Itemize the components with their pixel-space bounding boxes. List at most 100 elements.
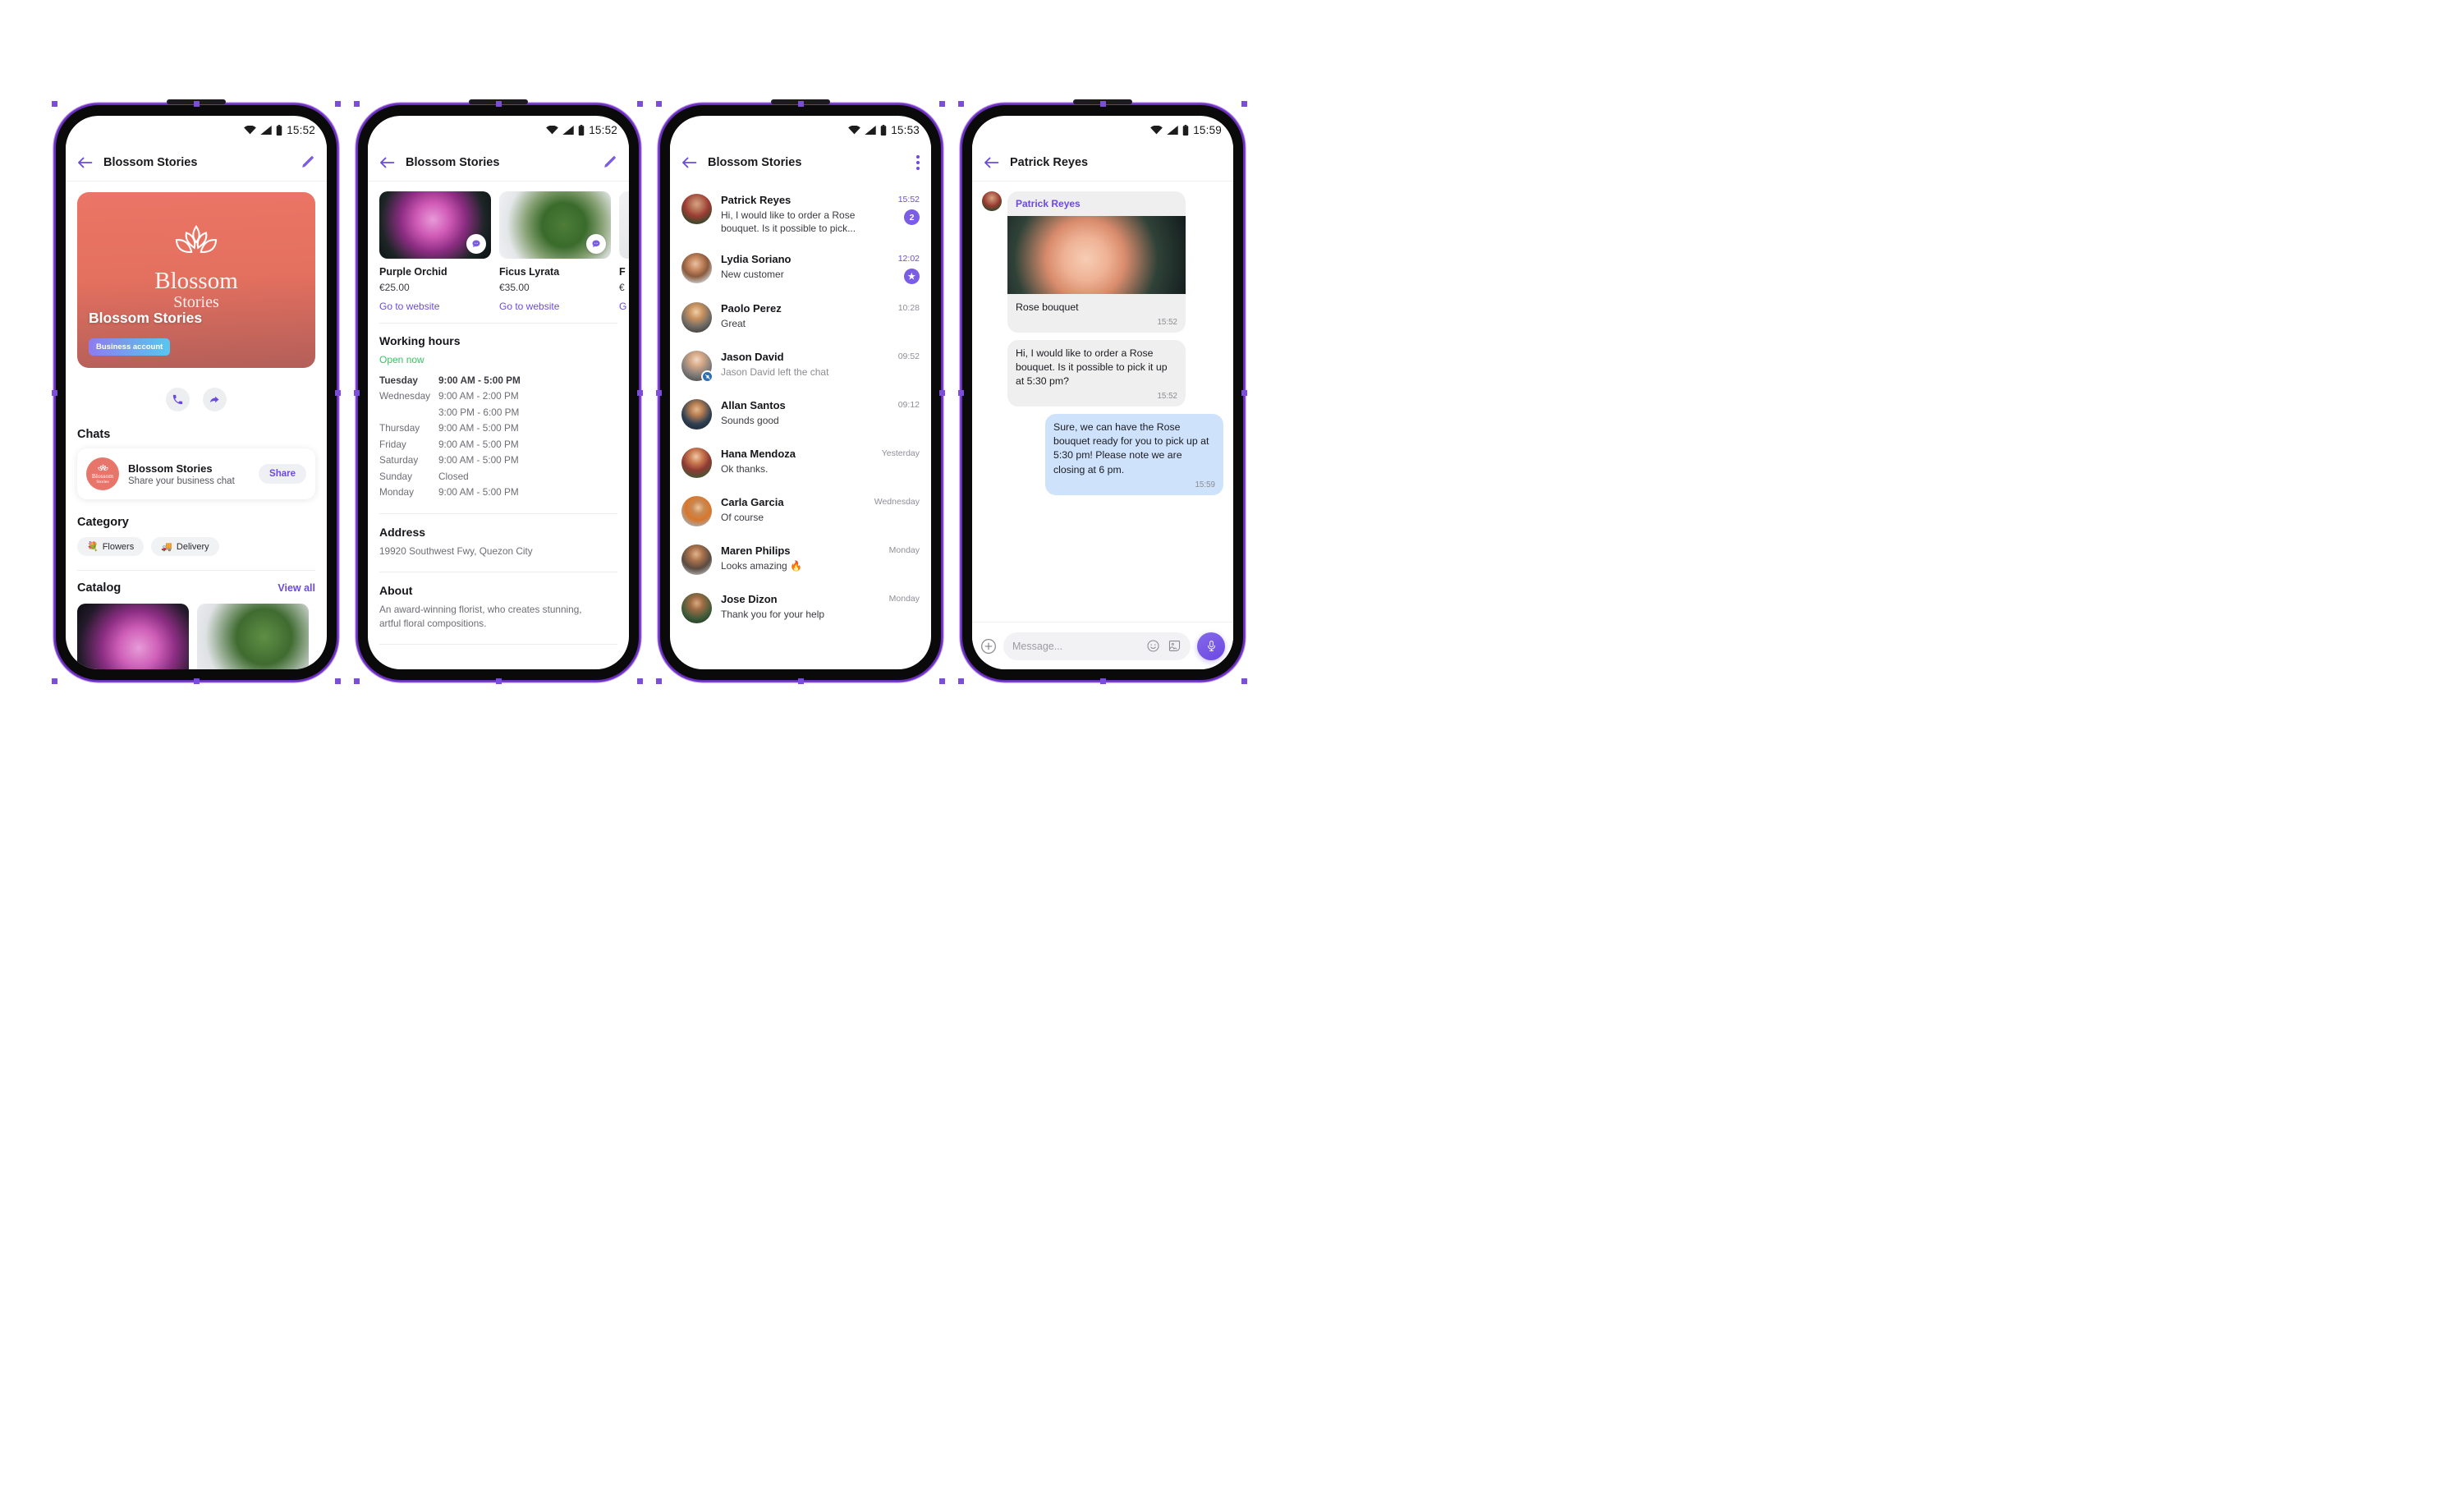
timestamp: 15:52 <box>1157 392 1177 402</box>
chats-heading: Chats <box>77 428 111 441</box>
contact-name: Paolo Perez <box>721 302 782 315</box>
message-input-placeholder[interactable]: Message... <box>1012 641 1139 652</box>
kebab-menu-icon[interactable] <box>916 154 920 171</box>
product-name: Purple Orchid <box>379 266 447 278</box>
product-website-link[interactable]: G <box>619 301 629 312</box>
list-item[interactable]: Paolo Perez Great 10:28 <box>670 293 931 342</box>
plus-circle-icon[interactable] <box>980 638 997 655</box>
product-card[interactable]: Ficus Lyrata €35.00 Go to website <box>499 191 611 312</box>
call-button[interactable] <box>166 388 190 411</box>
back-arrow-icon[interactable] <box>77 156 93 169</box>
status-bar: 15:53 <box>670 116 931 144</box>
business-account-badge[interactable]: Business account <box>89 338 171 356</box>
day-label: Thursday <box>379 422 420 434</box>
profile-body: Blossom Stories Blossom Stories Business… <box>66 192 327 669</box>
divider <box>379 643 617 645</box>
list-item[interactable]: Jose Dizon Thank you for your help Monda… <box>670 584 931 632</box>
product-card-partial[interactable]: F € G <box>619 191 629 312</box>
product-chat-button[interactable] <box>586 234 606 254</box>
product-website-link[interactable]: Go to website <box>499 301 611 312</box>
product-card[interactable]: Purple Orchid €25.00 Go to website <box>379 191 491 312</box>
working-hours-row: Thursday 9:00 AM - 5:00 PM <box>379 420 617 436</box>
product-carousel[interactable]: Purple Orchid €25.00 Go to website Ficus… <box>368 191 629 312</box>
business-hero-card[interactable]: Blossom Stories Blossom Stories Business… <box>77 192 315 368</box>
business-avatar: Blossom Stories <box>86 457 119 490</box>
category-chip-delivery[interactable]: 🚚 Delivery <box>151 537 219 556</box>
battery-icon <box>880 124 887 136</box>
unread-badge: 2 <box>904 209 920 225</box>
message-bubble-outgoing[interactable]: Sure, we can have the Rose bouquet ready… <box>1045 414 1223 495</box>
avatar <box>681 593 712 624</box>
hours-value: 9:00 AM - 5:00 PM <box>438 422 519 434</box>
share-button[interactable] <box>203 388 227 411</box>
working-hours-row: Sunday Closed <box>379 469 617 485</box>
category-chip-flowers[interactable]: 💐 Flowers <box>77 537 145 556</box>
list-item[interactable]: Patrick Reyes Hi, I would like to order … <box>670 185 931 244</box>
about-section: About An award-winning florist, who crea… <box>368 584 629 631</box>
catalog-thumb-ficus[interactable] <box>197 604 309 669</box>
product-name: Ficus Lyrata <box>499 266 560 278</box>
back-arrow-icon[interactable] <box>379 156 395 169</box>
message-text: Sure, we can have the Rose bouquet ready… <box>1053 421 1209 476</box>
pencil-icon[interactable] <box>300 154 315 170</box>
status-time: 15:53 <box>891 123 920 136</box>
category-chip-label: Delivery <box>176 541 209 552</box>
address-section: Address 19920 Southwest Fwy, Quezon City <box>368 526 629 558</box>
sticker-image-icon[interactable] <box>1168 639 1182 653</box>
business-name: Blossom Stories <box>89 310 203 326</box>
list-item[interactable]: Maren Philips Looks amazing 🔥 Monday <box>670 535 931 584</box>
profile-actions <box>77 388 315 411</box>
hours-value: 9:00 AM - 5:00 PM <box>438 374 521 386</box>
list-item[interactable]: Allan Santos Sounds good 09:12 <box>670 390 931 439</box>
catalog-heading: Catalog <box>77 581 122 595</box>
card-caption: Rose bouquet <box>1016 301 1079 313</box>
contact-name: Lydia Soriano <box>721 253 792 266</box>
shared-product-card[interactable]: Patrick Reyes Rose bouquet 15:52 <box>1007 191 1186 333</box>
back-arrow-icon[interactable] <box>681 156 697 169</box>
list-item[interactable]: Lydia Soriano New customer 12:02 ★ <box>670 244 931 293</box>
mockup-stage: 15:52 Blossom Stories Blossom Stories Bl… <box>0 0 2464 1507</box>
hours-value: 9:00 AM - 5:00 PM <box>438 486 519 499</box>
hours-value: 9:00 AM - 5:00 PM <box>438 454 519 466</box>
lotus-flower-icon <box>175 224 218 253</box>
voice-record-button[interactable] <box>1197 632 1225 660</box>
message-thread: Patrick Reyes Rose bouquet 15:52 Hi, I w… <box>972 181 1233 495</box>
battery-icon <box>578 124 585 136</box>
wifi-icon <box>1150 125 1163 134</box>
category-chip-label: Flowers <box>102 541 135 552</box>
product-price: € <box>619 282 625 293</box>
category-chips: 💐 Flowers 🚚 Delivery <box>77 537 315 556</box>
day-label: Saturday <box>379 454 419 466</box>
hours-value: 3:00 PM - 6:00 PM <box>438 406 520 418</box>
list-item[interactable]: Hana Mendoza Ok thanks. Yesterday <box>670 439 931 487</box>
divider <box>379 512 617 514</box>
message-preview: Sounds good <box>721 415 779 427</box>
contact-name: Allan Santos <box>721 399 786 412</box>
list-item[interactable]: Carla Garcia Of course Wednesday <box>670 487 931 535</box>
product-chat-button[interactable] <box>466 234 486 254</box>
business-chat-card[interactable]: Blossom Stories Blossom Stories Share yo… <box>77 448 315 499</box>
message-bubble-incoming[interactable]: Hi, I would like to order a Rose bouquet… <box>1007 339 1186 407</box>
message-preview: Looks amazing 🔥 <box>721 560 802 572</box>
working-hours-heading: Working hours <box>379 334 461 347</box>
smiley-icon[interactable] <box>1146 639 1160 653</box>
phone-4-conversation: 15:59 Patrick Reyes Patrick Reyes Rose b… <box>958 99 1247 684</box>
phone-4-screen: 15:59 Patrick Reyes Patrick Reyes Rose b… <box>972 116 1233 669</box>
working-hours-table: Tuesday 9:00 AM - 5:00 PM Wednesday 9:00… <box>379 373 617 501</box>
conversation-title: Patrick Reyes <box>1010 155 1089 169</box>
contact-name: Carla Garcia <box>721 496 784 509</box>
card-sender-name: Patrick Reyes <box>1016 198 1081 209</box>
timestamp: 15:52 <box>1157 318 1177 327</box>
message-preview: Hi, I would like to order a Rose bouquet… <box>721 209 856 235</box>
chat-bubble-icon <box>592 240 600 247</box>
view-all-link[interactable]: View all <box>278 582 315 594</box>
back-arrow-icon[interactable] <box>984 156 999 169</box>
share-chat-button[interactable]: Share <box>259 464 306 484</box>
pencil-icon[interactable] <box>602 154 617 170</box>
address-heading: Address <box>379 525 426 539</box>
list-item[interactable]: Jason David Jason David left the chat 09… <box>670 342 931 390</box>
catalog-thumb-orchid[interactable] <box>77 604 189 669</box>
product-website-link[interactable]: Go to website <box>379 301 491 312</box>
status-bar: 15:52 <box>66 116 327 144</box>
message-input[interactable]: Message... <box>1003 632 1191 660</box>
